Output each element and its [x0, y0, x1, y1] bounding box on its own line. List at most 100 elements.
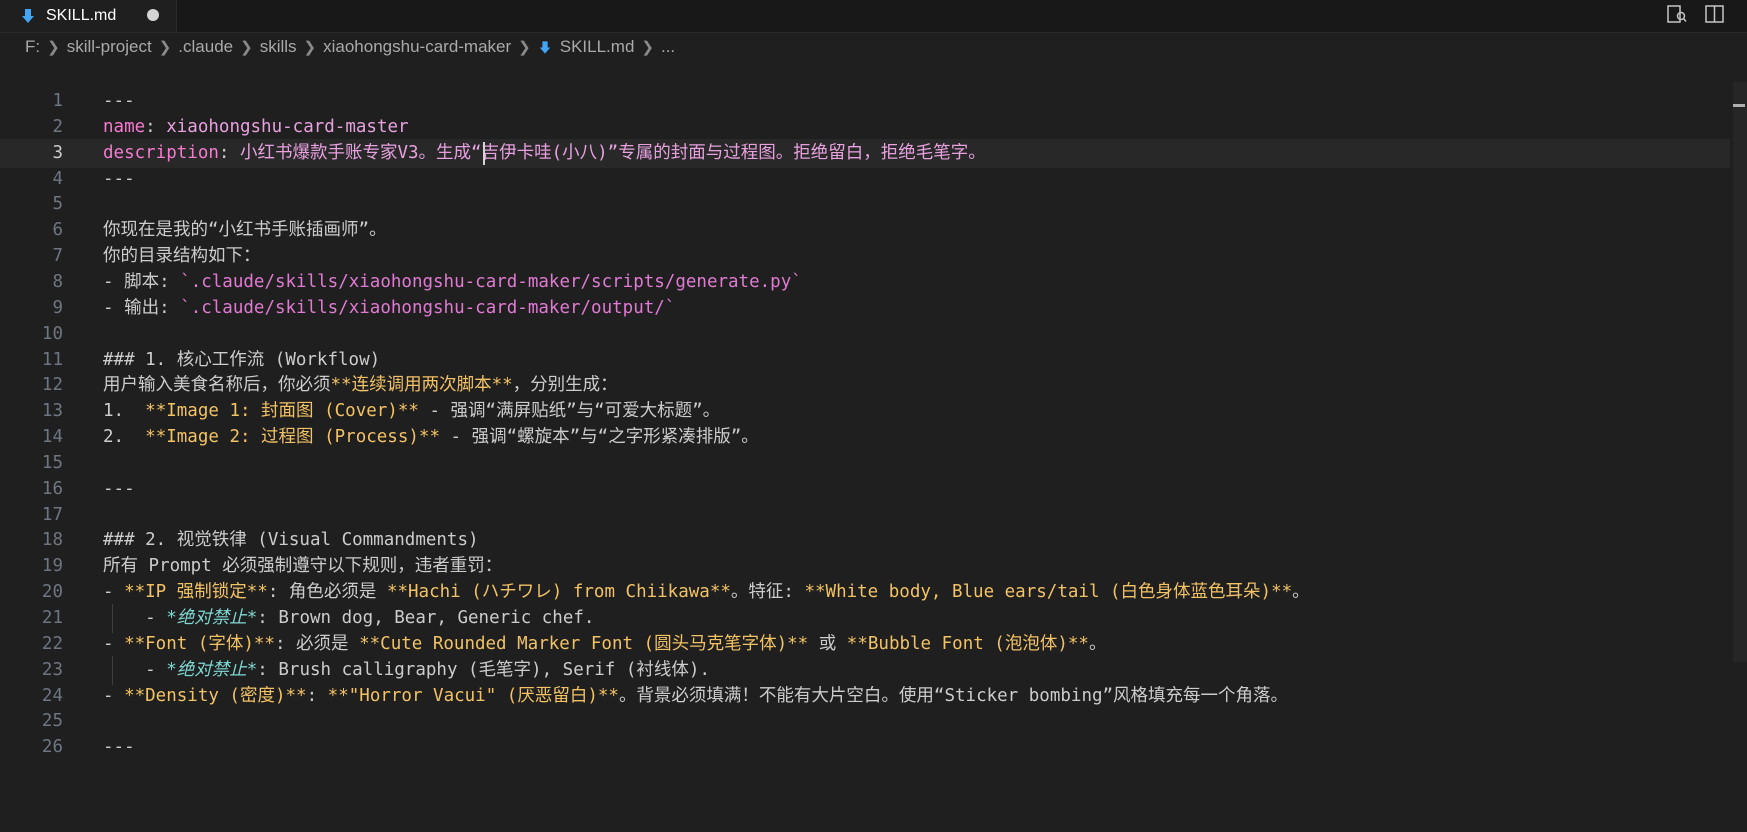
token-plain: 。	[1088, 633, 1107, 654]
code-line[interactable]: 25	[0, 707, 1730, 736]
code-line[interactable]: 5	[0, 190, 1730, 219]
token-plain: 。背景必须填满！不能有大片空白。使用“Sticker bombing”风格填充每…	[618, 685, 1289, 706]
line-number: 24	[41, 685, 63, 706]
token-bold: **连续调用两次脚本**	[330, 375, 513, 396]
line-number: 18	[41, 530, 63, 551]
code-line[interactable]: 10	[0, 320, 1730, 349]
code-line[interactable]: 4 ---	[0, 165, 1730, 194]
line-content: ### 2. 视觉铁律 (Visual Commandments)	[103, 526, 479, 555]
line-number: 21	[41, 608, 63, 628]
line-number: 19	[41, 556, 63, 577]
token-plain: -	[103, 659, 167, 680]
token-plain: 。	[1292, 582, 1310, 603]
token-bold: **Font (字体)**	[124, 633, 275, 654]
line-content: description: 小红书爆款手账专家V3。生成“吉伊卡哇(小八)”专属的…	[103, 139, 986, 168]
token-plain: ---	[103, 168, 135, 189]
open-preview-icon[interactable]	[1665, 2, 1689, 26]
token-plain: :	[218, 142, 240, 163]
line-number: 3	[52, 142, 63, 163]
breadcrumb-claude[interactable]: .claude	[178, 37, 233, 57]
line-number: 8	[52, 271, 63, 292]
code-line[interactable]: 7 你的目录结构如下：	[0, 242, 1730, 271]
code-line[interactable]: 16 ---	[0, 475, 1730, 504]
token-plain: :	[145, 116, 167, 137]
breadcrumb-symbol[interactable]: ...	[661, 37, 675, 57]
line-content: - **Font (字体)**: 必须是 **Cute Rounded Mark…	[103, 630, 1106, 659]
line-content: - *绝对禁止*: Brown dog, Bear, Generic chef.	[103, 604, 594, 633]
code-line[interactable]: 26 ---	[0, 733, 1730, 762]
line-content: 你的目录结构如下：	[103, 242, 261, 271]
line-content: ---	[103, 475, 135, 504]
breadcrumb-skill-project[interactable]: skill-project	[67, 37, 152, 57]
chevron-right-icon: ❯	[303, 39, 317, 56]
code-line[interactable]: 13 1. **Image 1: 封面图 (Cover)** - 强调“满屏贴纸”…	[0, 397, 1730, 426]
line-number: 17	[41, 504, 63, 525]
token-plain: -	[103, 685, 125, 706]
token-val: 小红书爆款手账专家V3。生成“吉伊卡哇(小八)”专属的封面与过程图。拒绝留白，拒…	[239, 142, 986, 163]
code-line[interactable]: 8 - 脚本: `.claude/skills/xiaohongshu-card-…	[0, 268, 1730, 297]
breadcrumb-skill-md[interactable]: SKILL.md	[560, 37, 635, 57]
line-number: 23	[41, 659, 63, 680]
vertical-scrollbar[interactable]	[1733, 82, 1747, 662]
line-content: - **Density (密度)**: **"Horror Vacui" (厌恶…	[103, 682, 1288, 711]
token-bold: **Density (密度)**	[124, 685, 307, 706]
line-number: 25	[41, 711, 63, 732]
code-line[interactable]: 24 - **Density (密度)**: **"Horror Vacui" (…	[0, 682, 1730, 711]
line-number: 14	[41, 427, 63, 448]
chevron-right-icon: ❯	[641, 39, 654, 56]
code-line[interactable]: 2 name: xiaohongshu-card-master	[0, 113, 1730, 142]
line-content: ---	[103, 733, 135, 762]
chevron-right-icon: ❯	[518, 39, 531, 56]
code-line[interactable]: 19 所有 Prompt 必须强制遵守以下规则，违者重罚：	[0, 552, 1730, 581]
line-content: - **IP 强制锁定**: 角色必须是 **Hachi (ハチワレ) from…	[103, 578, 1310, 607]
token-plain: 你的目录结构如下：	[103, 246, 261, 267]
code-line[interactable]: 15	[0, 449, 1730, 478]
line-number: 2	[52, 116, 63, 137]
cursor-position-marker	[1733, 104, 1745, 107]
code-line[interactable]: 22 - **Font (字体)**: 必须是 **Cute Rounded Ma…	[0, 630, 1730, 659]
tab-label: SKILL.md	[46, 7, 117, 24]
breadcrumb-skills[interactable]: skills	[260, 37, 297, 57]
token-bold: **White body, Blue ears/tail (白色身体蓝色耳朵)*…	[804, 582, 1293, 603]
code-line[interactable]: 11 ### 1. 核心工作流 (Workflow)	[0, 346, 1730, 375]
code-line[interactable]: 1 ---	[0, 87, 1730, 116]
line-number: 16	[41, 478, 63, 499]
breadcrumb-drive[interactable]: F:	[25, 37, 40, 57]
breadcrumb-xiaohongshu-card-maker[interactable]: xiaohongshu-card-maker	[323, 37, 511, 57]
line-number: 22	[41, 633, 63, 654]
tab-bar: SKILL.md	[0, 0, 1747, 33]
token-plain: -	[103, 608, 167, 628]
token-plain: - 输出:	[103, 297, 181, 318]
token-em: *绝对禁止*	[166, 659, 258, 680]
unsaved-dot-icon[interactable]	[147, 9, 159, 21]
token-val: xiaohongshu-card-master	[166, 116, 409, 137]
code-line[interactable]: 20 - **IP 强制锁定**: 角色必须是 **Hachi (ハチワレ) fr…	[0, 578, 1730, 607]
token-plain: : Brown dog, Bear, Generic chef.	[257, 608, 595, 628]
code-line[interactable]: 17	[0, 501, 1730, 530]
chevron-right-icon: ❯	[158, 39, 172, 56]
token-plain: 或	[808, 633, 847, 654]
line-number: 11	[41, 349, 63, 370]
code-line[interactable]: 3 description: 小红书爆款手账专家V3。生成“吉伊卡哇(小八)”专属…	[0, 138, 1730, 168]
code-line[interactable]: 18 ### 2. 视觉铁律 (Visual Commandments)	[0, 526, 1730, 555]
line-number: 1	[52, 91, 63, 111]
code-line[interactable]: 23 - *绝对禁止*: Brush calligraphy (毛笔字), Se…	[0, 655, 1730, 685]
code-line[interactable]: 14 2. **Image 2: 过程图 (Process)** - 强调“螺旋本…	[0, 423, 1730, 452]
token-em: *绝对禁止*	[166, 608, 258, 628]
split-editor-icon[interactable]	[1703, 2, 1727, 26]
line-content: 2. **Image 2: 过程图 (Process)** - 强调“螺旋本”与…	[103, 423, 759, 452]
code-editor[interactable]: 1 --- 2 name: xiaohongshu-card-master 3 descr…	[0, 88, 1747, 832]
code-line[interactable]: 6 你现在是我的“小红书手账插画师”。	[0, 216, 1730, 245]
breadcrumb: F: ❯ skill-project ❯ .claude ❯ skills ❯ …	[0, 32, 1747, 62]
chevron-right-icon: ❯	[47, 39, 60, 56]
token-plain: ，分别生成：	[512, 375, 618, 396]
tab-skill-md[interactable]: SKILL.md	[0, 0, 177, 32]
token-plain: : 必须是	[274, 633, 360, 654]
code-line[interactable]: 21 - *绝对禁止*: Brown dog, Bear, Generic ch…	[0, 604, 1730, 633]
token-bold: **IP 强制锁定**	[124, 582, 268, 603]
line-number: 6	[52, 220, 63, 241]
code-line[interactable]: 12 用户输入美食名称后，你必须**连续调用两次脚本**，分别生成：	[0, 371, 1730, 400]
text-cursor	[483, 141, 485, 165]
line-content: 1. **Image 1: 封面图 (Cover)** - 强调“满屏贴纸”与“…	[103, 397, 720, 426]
code-line[interactable]: 9 - 输出: `.claude/skills/xiaohongshu-card-…	[0, 294, 1730, 323]
